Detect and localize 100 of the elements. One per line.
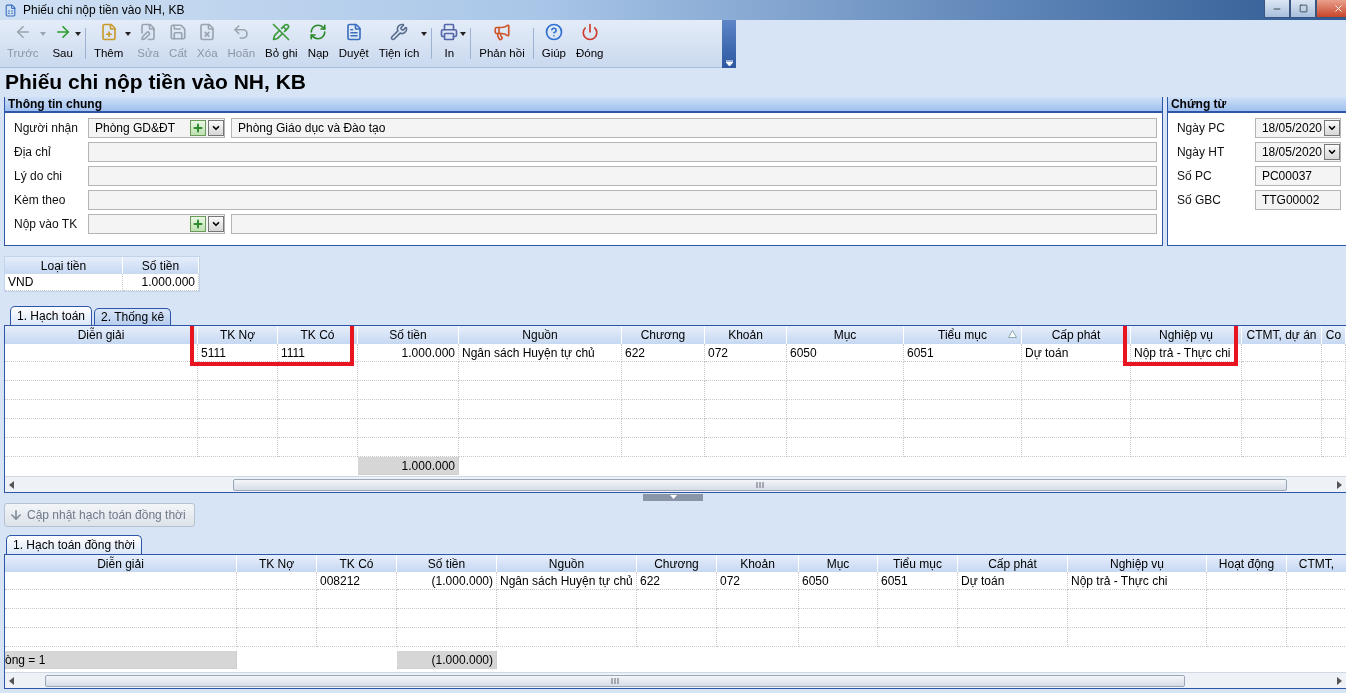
chevron-down-icon (1327, 123, 1337, 133)
caret-icon[interactable] (460, 32, 467, 36)
row-count: òng = 1 (5, 651, 237, 669)
tab[interactable]: 2. Thống kê (94, 308, 172, 325)
table-cell (1322, 400, 1346, 419)
help-icon (544, 23, 563, 41)
save-icon (169, 23, 188, 41)
column-header: TK Có (317, 555, 397, 572)
toolbar-button[interactable]: Bỏ ghi (260, 20, 303, 67)
tab[interactable]: 1. Hạch toán đồng thời (6, 535, 142, 554)
close-icon (1332, 3, 1344, 14)
dropdown-button[interactable] (208, 120, 224, 136)
caret-icon[interactable] (125, 32, 132, 36)
table-cell: 6051 (878, 572, 958, 590)
toolbar-button[interactable]: Phản hồi (474, 20, 530, 67)
toolbar-button[interactable]: Duyệt (333, 20, 374, 67)
toolbar-button[interactable]: In (435, 20, 468, 67)
text-field[interactable] (88, 190, 1157, 210)
field-label: Nộp vào TK (14, 217, 79, 231)
column-header: CTMT, dự án (1242, 326, 1322, 344)
table-cell: 5111 (198, 344, 278, 362)
text-field[interactable]: PC00037 (1254, 166, 1341, 186)
chevron-down-icon (211, 219, 221, 229)
table-cell: 6051 (904, 344, 1022, 362)
combo-field[interactable] (88, 214, 225, 234)
field-label: Số GBC (1176, 193, 1222, 207)
edit-document-icon (139, 23, 158, 41)
table-cell: Nộp trả - Thực chi (1131, 344, 1242, 362)
column-header: Nghiệp vụ (1131, 326, 1242, 344)
toolbar-button[interactable]: Sau (47, 20, 82, 67)
column-header: Diễn giải (5, 555, 237, 572)
horizontal-scrollbar[interactable] (5, 476, 1346, 492)
toolbar-button[interactable]: Tiện ích (373, 20, 429, 67)
delete-document-icon (198, 23, 217, 41)
caret-icon[interactable] (74, 32, 81, 36)
document-icon (344, 23, 363, 41)
toolbar-button[interactable]: Giúp (536, 20, 571, 67)
text-field[interactable]: TTG00002 (1254, 190, 1341, 210)
column-header: Mục (787, 326, 904, 344)
column-header: Cấp phát (1022, 326, 1131, 344)
column-header: TK Nợ (237, 555, 317, 572)
maximize-icon (1298, 4, 1308, 13)
text-field[interactable] (88, 142, 1157, 162)
combo-field[interactable]: Phòng GD&ĐT (88, 118, 225, 138)
table-cell (1322, 381, 1346, 400)
table-cell (1322, 438, 1346, 457)
table-cell: (1.000.000) (397, 572, 497, 590)
splitter-handle[interactable] (643, 493, 703, 501)
column-header: Hoạt động (1207, 555, 1287, 572)
scroll-thumb[interactable] (233, 478, 1287, 491)
text-field[interactable] (231, 214, 1157, 234)
table-cell: 6050 (799, 572, 878, 590)
table-cell: 1.000.000 (123, 274, 199, 291)
maximize-button[interactable] (1290, 0, 1316, 18)
column-header: Cấp phát (958, 555, 1068, 572)
tab[interactable]: 1. Hạch toán (10, 306, 93, 325)
form-heading: Phiếu chi nộp tiền vào NH, KB (4, 69, 308, 95)
table-cell: 1.000.000 (358, 344, 459, 362)
column-header: Số tiền (123, 257, 199, 274)
column-header: Khoản (717, 555, 799, 572)
table-cell: 072 (717, 572, 799, 590)
date-field[interactable]: 18/05/2020 (1254, 142, 1341, 162)
table-cell: 1111 (278, 344, 358, 362)
add-button[interactable] (190, 216, 206, 232)
caret-icon[interactable] (421, 32, 428, 36)
field-label: Ngày HT (1176, 145, 1226, 159)
dropdown-button[interactable] (1324, 120, 1340, 136)
megaphone-icon (493, 23, 511, 41)
add-button[interactable] (190, 120, 206, 136)
field-label: Địa chỉ (14, 145, 52, 159)
column-header: Tiểu mục (904, 326, 1022, 344)
grip-icon (611, 677, 619, 684)
toolbar-button[interactable]: Đóng (571, 20, 609, 67)
table-cell (1322, 362, 1346, 381)
dropdown-button[interactable] (1324, 144, 1340, 160)
toolbar-button[interactable]: Nạp (302, 20, 334, 67)
grip-icon (756, 481, 764, 488)
text-field[interactable]: Phòng Giáo dục và Đào tạo (231, 118, 1157, 138)
overflow-icon[interactable] (725, 60, 733, 66)
column-header: Mục (799, 555, 878, 572)
minimize-button[interactable] (1264, 0, 1290, 18)
plus-icon (192, 218, 204, 230)
total-cell: (1.000.000) (397, 651, 497, 669)
chevron-down-icon (211, 123, 221, 133)
table-cell: 622 (622, 344, 705, 362)
column-header: Co (1322, 326, 1346, 344)
date-field[interactable]: 18/05/2020 (1254, 118, 1341, 138)
field-label: Kèm theo (14, 193, 67, 207)
table-cell (1322, 419, 1346, 438)
text-field[interactable] (88, 166, 1157, 186)
total-cell: 1.000.000 (358, 457, 459, 475)
wrench-icon (390, 23, 409, 41)
horizontal-scrollbar[interactable] (5, 672, 1346, 688)
scroll-thumb[interactable] (45, 674, 1185, 687)
column-header: Số tiền (397, 555, 497, 572)
dropdown-button[interactable] (208, 216, 224, 232)
toolbar-button[interactable]: Thêm (88, 20, 133, 67)
column-header: Nguồn (497, 555, 637, 572)
printer-icon (440, 23, 459, 41)
table-cell: Ngân sách Huyện tự chủ (497, 572, 637, 590)
